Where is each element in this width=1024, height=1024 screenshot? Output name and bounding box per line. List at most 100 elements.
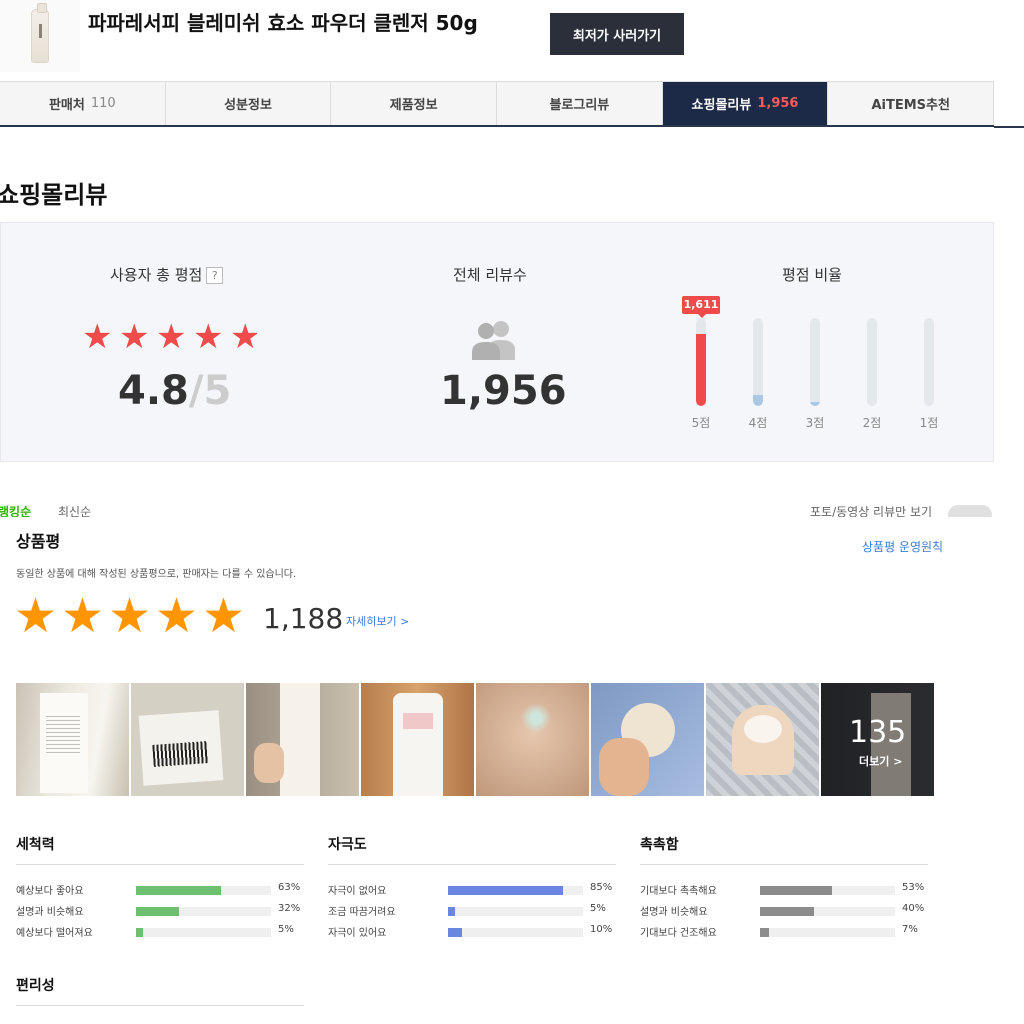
stat-row: 자극이 없어요 85% [328, 882, 628, 898]
star-icon: ★ [61, 588, 105, 644]
product-header: 파파레서피 블레미쉬 효소 파우더 클렌저 50g 최저가 사러가기 [0, 0, 1024, 80]
star-icon: ★ [14, 588, 58, 644]
stat-percent: 85% [590, 882, 613, 893]
stat-percent: 32% [278, 903, 301, 914]
stat-label: 설명과 비슷해요 [640, 907, 708, 918]
star-icon-filled: ★ [119, 320, 150, 354]
more-photos-link[interactable]: 더보기 > [859, 753, 902, 769]
tab-label: 블로그리뷰 [549, 98, 610, 113]
tab-label: AiTEMS추천 [871, 98, 950, 113]
review-photo[interactable] [16, 683, 129, 796]
section-title: 쇼핑몰리뷰 [0, 181, 108, 209]
stat-bar [760, 907, 814, 916]
stat-percent: 53% [902, 882, 925, 893]
stat-title: 자극도 [328, 837, 367, 853]
tab-label: 성분정보 [224, 98, 272, 113]
stat-row: 기대보다 촉촉해요 53% [640, 882, 940, 898]
tab-underline [994, 126, 1024, 128]
divider [328, 864, 616, 865]
ratio-label: 평점 비율 [782, 266, 842, 284]
stat-bar [760, 928, 770, 937]
star-icon-filled: ★ [156, 320, 187, 354]
stat-label: 예상보다 떨어져요 [16, 928, 93, 939]
top-ratio-bubble: 1,611 [682, 296, 720, 318]
stat-label: 기대보다 촉촉해요 [640, 886, 717, 897]
ratio-bar-label: 2점 [862, 416, 882, 430]
stat-row: 기대보다 건조해요 7% [640, 924, 940, 940]
sort-latest[interactable]: 최신순 [58, 505, 91, 517]
stat-percent: 7% [902, 924, 918, 935]
ratio-bar [810, 318, 820, 406]
review-photo[interactable] [591, 683, 704, 796]
tab-bar: 판매처 110 성분정보 제품정보 블로그리뷰 쇼핑몰리뷰 1,956 AiTEMS… [0, 81, 995, 127]
stat-bar [136, 886, 222, 895]
stat-label: 조금 따끔거려요 [328, 907, 396, 918]
star-icon-filled: ★ [193, 320, 224, 354]
review-photo[interactable] [361, 683, 474, 796]
buy-lowest-price-button[interactable]: 최저가 사러가기 [550, 13, 684, 55]
tab-blog-reviews[interactable]: 블로그리뷰 [497, 82, 663, 125]
sort-ranking[interactable]: 랭킹순 [0, 505, 31, 517]
stat-bar [448, 928, 462, 937]
review-photo[interactable] [706, 683, 819, 796]
review-description: 동일한 상품에 대해 작성된 상품평으로, 판매자는 다를 수 있습니다. [16, 569, 297, 580]
tab-count: 1,956 [757, 96, 799, 111]
review-photo-more[interactable]: 135 더보기 > [821, 683, 934, 796]
stat-percent: 40% [902, 903, 925, 914]
product-title: 파파레서피 블레미쉬 효소 파우더 클렌저 50g [88, 11, 478, 35]
stat-title: 촉촉함 [640, 837, 679, 853]
star-icon: ★ [108, 588, 152, 644]
review-count: 1,188 [263, 602, 344, 635]
sort-bar-partial: 랭킹순 최신순 포토/동영상 리뷰만 보기 [0, 505, 1024, 517]
stat-bar [136, 907, 180, 916]
review-photo[interactable] [131, 683, 244, 796]
stat-label: 자극이 없어요 [328, 886, 387, 897]
divider [640, 864, 928, 865]
review-policy-link[interactable]: 상품평 운영원칙 [862, 538, 943, 555]
ratio-bar [753, 318, 763, 406]
tab-sellers[interactable]: 판매처 110 [0, 82, 166, 125]
ratio-bar-label: 3점 [805, 416, 825, 430]
people-icon [472, 321, 515, 360]
stat-label: 설명과 비슷해요 [16, 907, 84, 918]
avg-rating-stars: ★ ★ ★ ★ ★ ★ ★ ★ ★ ★ [82, 320, 262, 356]
photo-only-toggle[interactable] [948, 505, 992, 517]
divider [16, 1005, 304, 1006]
review-detail-link[interactable]: 자세히보기 > [346, 613, 409, 629]
avg-score-max: /5 [188, 368, 232, 414]
tab-aitems[interactable]: AiTEMS추천 [828, 82, 995, 125]
stat-label: 예상보다 좋아요 [16, 886, 84, 897]
stat-bar [448, 886, 563, 895]
review-stars: ★ ★ ★ ★ ★ [14, 592, 254, 640]
tab-label: 쇼핑몰리뷰 [691, 98, 752, 113]
stat-percent: 5% [590, 903, 606, 914]
star-icon: ★ [202, 588, 246, 644]
stat-percent: 10% [590, 924, 613, 935]
star-icon-filled: ★ [230, 320, 258, 354]
photo-only-label: 포토/동영상 리뷰만 보기 [810, 505, 933, 517]
ratio-bar [867, 318, 877, 406]
tab-shopping-reviews[interactable]: 쇼핑몰리뷰 1,956 [662, 82, 829, 125]
more-photos-overlay[interactable]: 135 더보기 > [821, 683, 934, 796]
tab-product-info[interactable]: 제품정보 [331, 82, 498, 125]
avg-score-value: 4.8 [118, 368, 189, 414]
stat-bar [760, 886, 832, 895]
avg-rating-label-text: 사용자 총 평점 [110, 266, 203, 284]
stat-label: 기대보다 건조해요 [640, 928, 717, 939]
review-photo[interactable] [476, 683, 589, 796]
product-thumbnail[interactable] [0, 0, 80, 72]
stat-bar [448, 907, 455, 916]
stat-title: 편리성 [16, 978, 55, 994]
stat-row: 설명과 비슷해요 32% [16, 903, 316, 919]
help-icon[interactable]: ? [206, 267, 224, 284]
avg-rating-score: 4.8/5 [118, 368, 231, 414]
stat-title: 세척력 [16, 837, 55, 853]
review-photo[interactable] [246, 683, 359, 796]
stat-row: 예상보다 떨어져요 5% [16, 924, 316, 940]
rating-ratio-chart: 5점 4점 3점 2점 1점 [680, 318, 960, 430]
ratio-bar-fill [696, 333, 706, 406]
more-photos-count: 135 [849, 715, 907, 750]
divider [16, 864, 304, 865]
stat-row: 설명과 비슷해요 40% [640, 903, 940, 919]
tab-ingredients[interactable]: 성분정보 [165, 82, 332, 125]
